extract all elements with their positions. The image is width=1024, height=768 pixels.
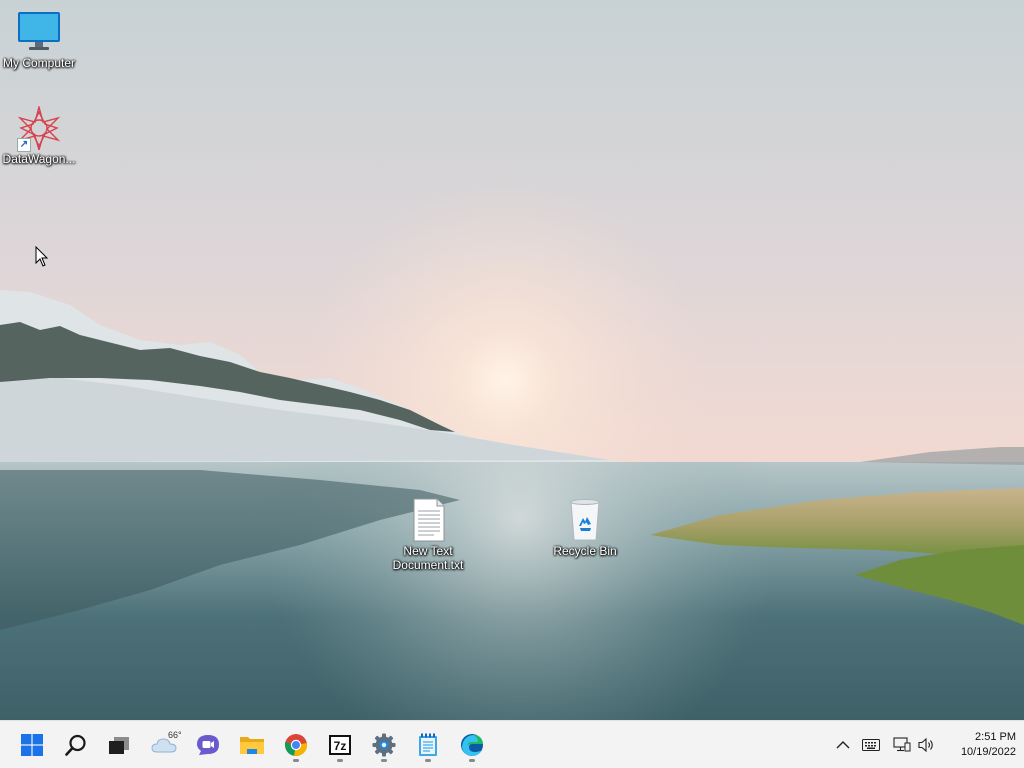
chat-button[interactable]: [188, 727, 228, 763]
7zip-icon: 7z: [329, 735, 351, 755]
network-button[interactable]: [891, 733, 913, 757]
chat-icon: [197, 735, 219, 755]
settings-icon: [372, 733, 396, 757]
desktop-icon-label: Recycle Bin: [553, 544, 617, 558]
running-indicator: [293, 759, 299, 762]
clock-time: 2:51 PM: [975, 731, 1016, 743]
recycle-bin-icon: [561, 498, 609, 542]
desktop-icon-label: New Text Document.txt: [392, 544, 464, 572]
datawagon-star-icon: ↗: [15, 104, 63, 153]
settings-button[interactable]: [364, 727, 404, 763]
notepad-button[interactable]: [408, 727, 448, 763]
mouse-cursor-icon: [35, 245, 49, 268]
weather-temperature: 66°: [168, 730, 182, 740]
chrome-button[interactable]: [276, 727, 316, 763]
input-indicator-button[interactable]: [860, 733, 882, 757]
show-hidden-icons-button[interactable]: [832, 733, 854, 757]
desktop-icon-recycle-bin[interactable]: Recycle Bin: [543, 498, 627, 558]
network-icon: [893, 737, 911, 752]
7zip-button[interactable]: 7z: [320, 727, 360, 763]
start-button[interactable]: [12, 727, 52, 763]
file-explorer-icon: [240, 737, 264, 754]
7zip-label: 7z: [334, 739, 347, 753]
windows-start-icon: [21, 734, 43, 756]
chevron-up-icon: [836, 741, 850, 749]
edge-icon: [461, 734, 483, 756]
file-explorer-button[interactable]: [232, 727, 272, 763]
desktop-icon-label: My Computer: [2, 56, 76, 70]
clock-date: 10/19/2022: [960, 746, 1016, 758]
running-indicator: [381, 759, 387, 762]
volume-button[interactable]: [916, 733, 938, 757]
running-indicator: [337, 759, 343, 762]
shortcut-arrow-icon: ↗: [17, 138, 31, 152]
desktop-icon-new-text-document[interactable]: New Text Document.txt: [386, 498, 470, 572]
search-button[interactable]: [56, 727, 96, 763]
task-view-icon: [109, 737, 129, 754]
chrome-icon: [284, 734, 308, 756]
weather-widget-button[interactable]: 66°: [144, 727, 184, 763]
taskbar: 66° 7z 2:51 PM 10/19/2022: [0, 720, 1024, 768]
keyboard-icon: [862, 739, 880, 751]
running-indicator: [425, 759, 431, 762]
running-indicator: [469, 759, 475, 762]
desktop-wallpaper: [0, 0, 1024, 720]
desktop-icon-label: DataWagon...: [2, 152, 76, 166]
search-icon: [65, 734, 86, 756]
monitor-icon: [15, 10, 63, 54]
desktop-icon-datawagon[interactable]: ↗ DataWagon...: [0, 104, 81, 166]
volume-icon: [918, 737, 933, 753]
desktop-icon-my-computer[interactable]: My Computer: [0, 10, 81, 70]
text-file-icon: [404, 498, 452, 542]
notepad-icon: [419, 733, 437, 756]
task-view-button[interactable]: [99, 727, 139, 763]
edge-button[interactable]: [452, 727, 492, 763]
clock-button[interactable]: 2:51 PM 10/19/2022: [940, 730, 1016, 760]
